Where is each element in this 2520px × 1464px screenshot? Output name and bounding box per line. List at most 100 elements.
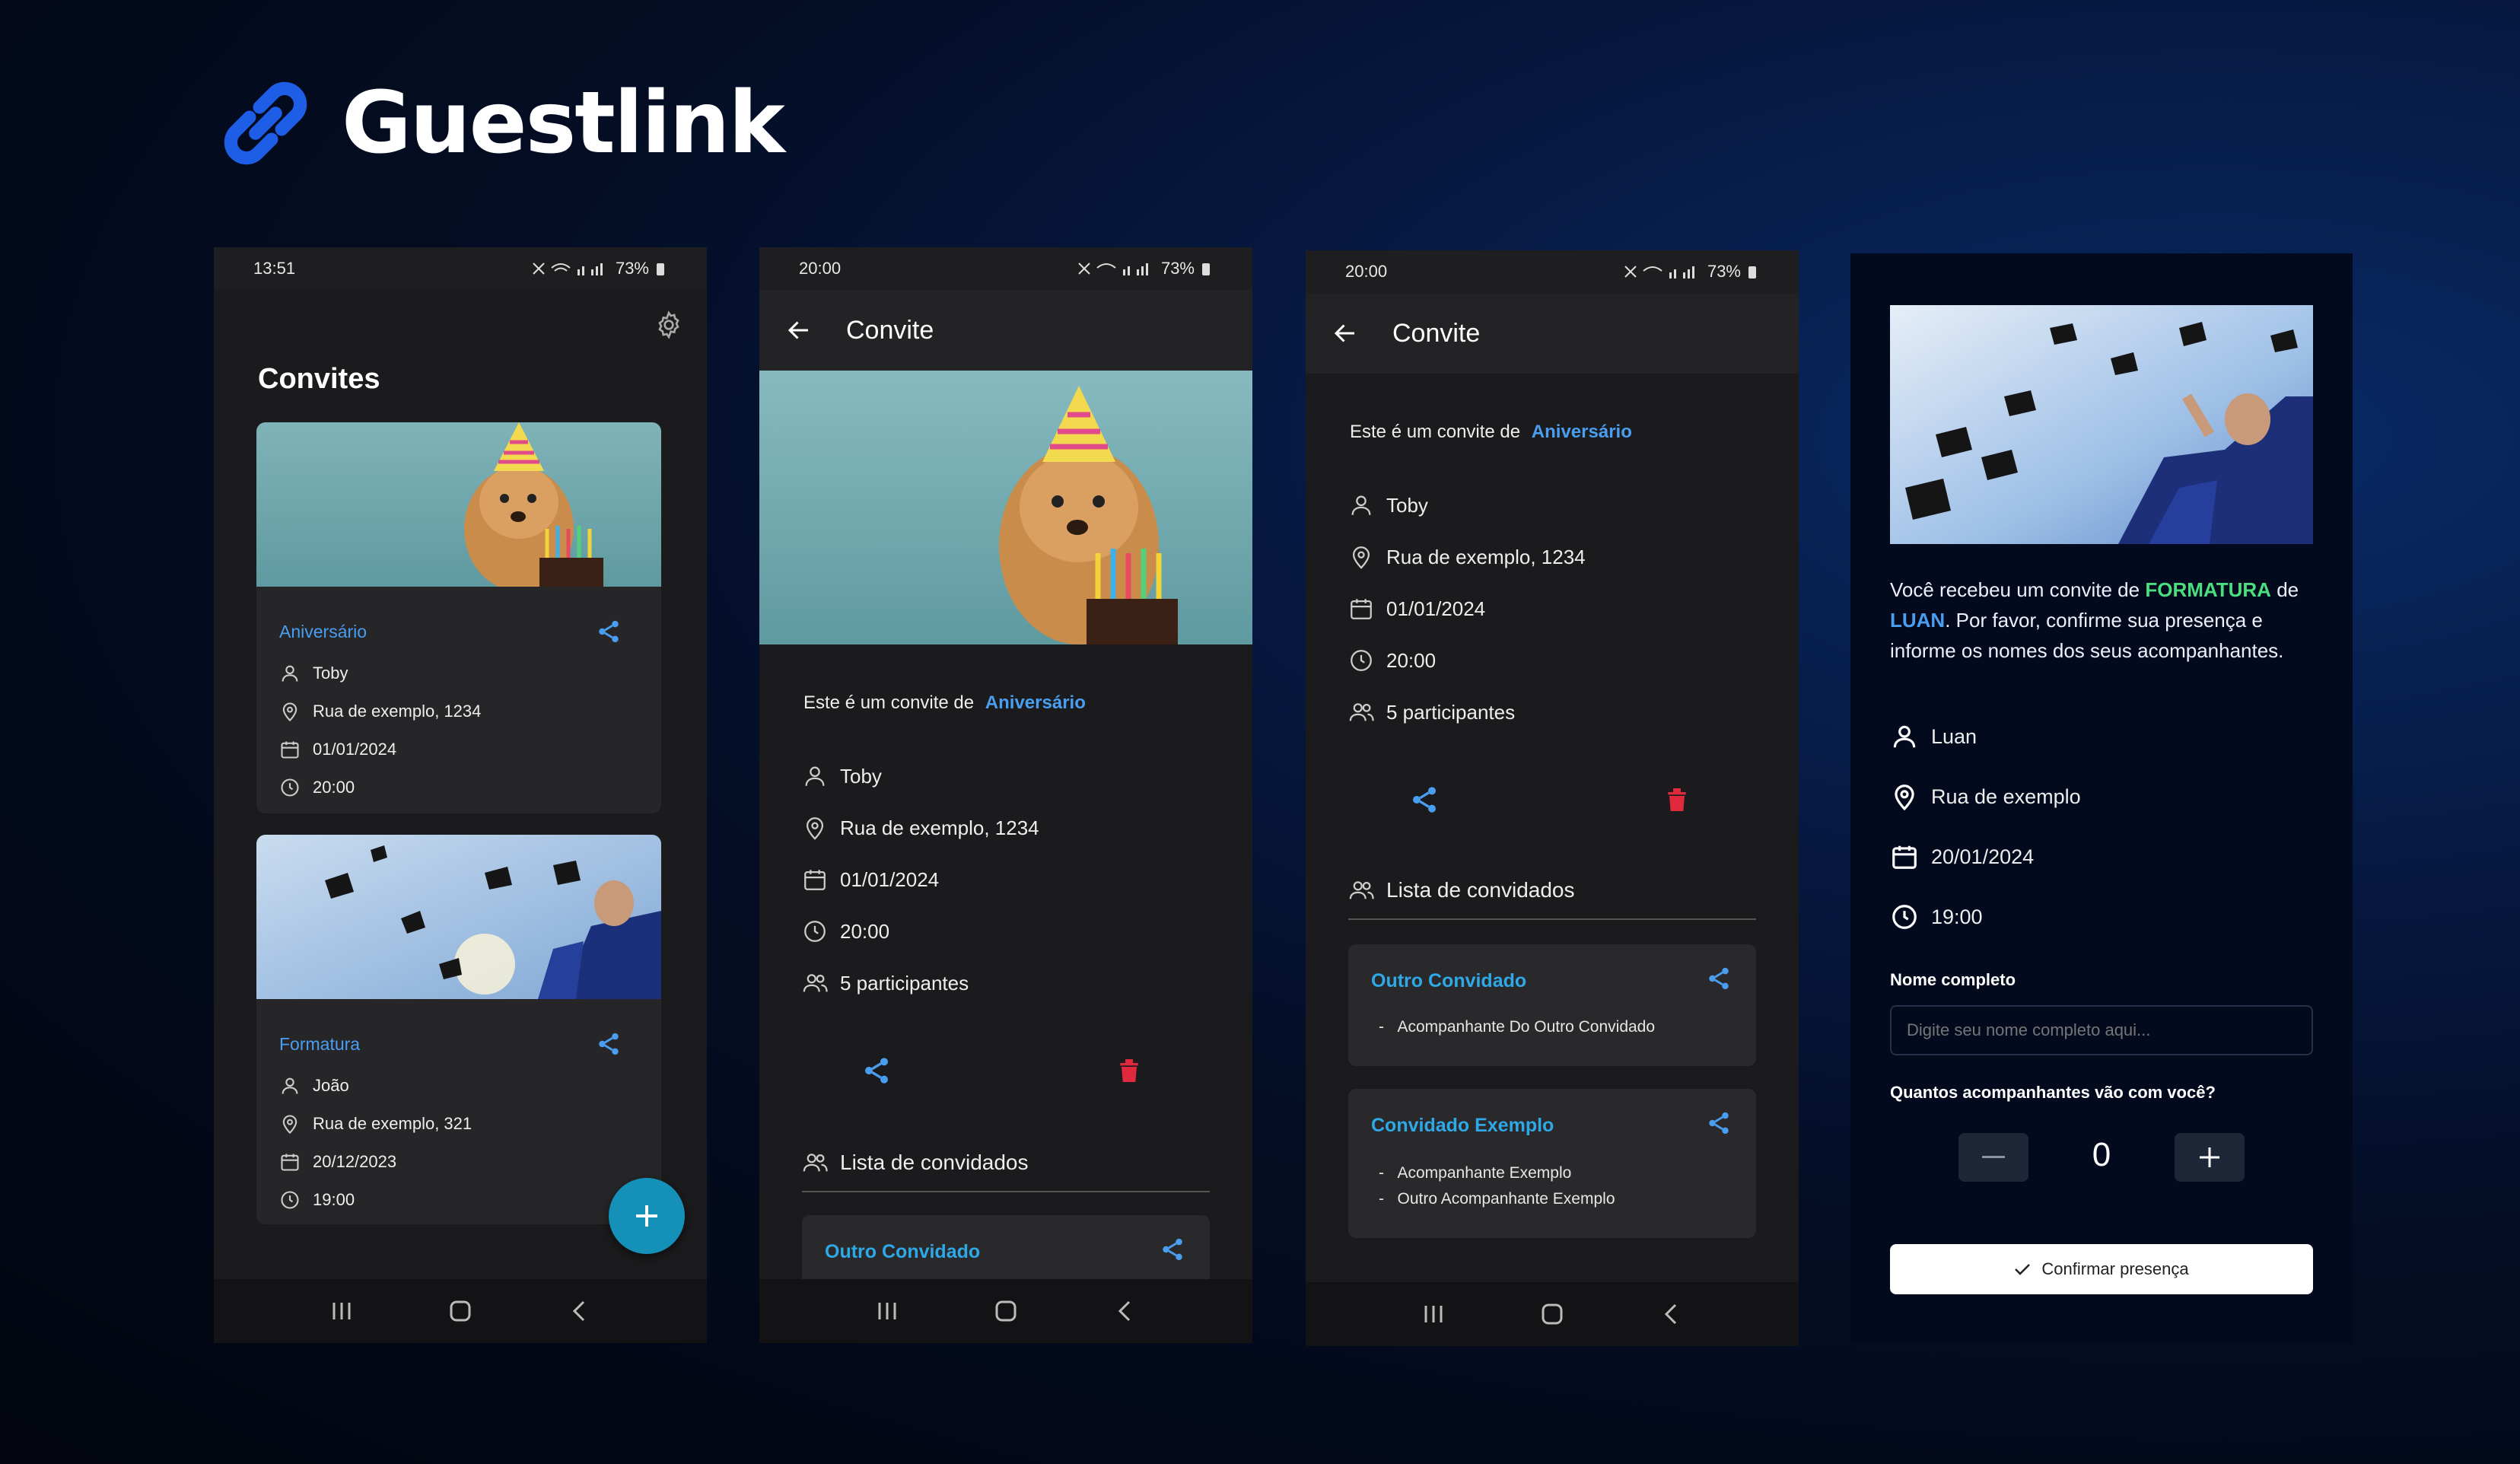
person-icon xyxy=(805,766,825,786)
decrement-button[interactable] xyxy=(1958,1133,2028,1182)
host-row: Luan xyxy=(1890,722,1977,751)
people-icon xyxy=(1349,703,1374,721)
link-icon xyxy=(224,81,307,165)
location-pin-icon xyxy=(282,702,298,722)
signal-icons xyxy=(1078,263,1148,275)
location-pin-icon xyxy=(1352,546,1370,569)
check-icon xyxy=(2015,1264,2031,1275)
web-rsvp-page: Você recebeu um convite de FORMATURA de … xyxy=(1850,253,2353,1343)
android-nav-bar xyxy=(1306,1282,1799,1346)
people-icon xyxy=(803,974,828,992)
android-nav-bar xyxy=(214,1279,707,1343)
android-nav-bar xyxy=(759,1279,1252,1343)
share-icon[interactable] xyxy=(1706,1110,1732,1136)
app-toolbar: Convite xyxy=(1306,293,1799,374)
delete-trash-icon[interactable] xyxy=(1662,785,1692,815)
back-icon[interactable] xyxy=(1102,1288,1147,1334)
guest-list-header: Lista de convidados xyxy=(802,1150,1029,1176)
status-time: 13:51 xyxy=(253,259,296,278)
host-row: Toby xyxy=(802,763,882,789)
back-icon[interactable] xyxy=(556,1288,602,1334)
recent-apps-icon[interactable] xyxy=(319,1288,364,1334)
status-bar: 20:00 73% xyxy=(1306,250,1799,293)
companion-item: - Acompanhante Do Outro Convidado xyxy=(1379,1018,1656,1036)
home-icon[interactable] xyxy=(1529,1291,1575,1337)
person-icon xyxy=(1893,725,1916,748)
calendar-icon xyxy=(281,741,299,759)
increment-button[interactable] xyxy=(2175,1133,2245,1182)
card-title[interactable]: Formatura xyxy=(279,1034,360,1054)
share-icon[interactable] xyxy=(1409,785,1440,815)
calendar-icon xyxy=(1351,599,1372,619)
status-time: 20:00 xyxy=(799,259,842,278)
invite-intro: Este é um convite de Aniversário xyxy=(1350,422,1632,442)
brand-header: Guestlink xyxy=(215,70,785,177)
share-icon[interactable] xyxy=(596,1031,622,1057)
people-icon xyxy=(1349,881,1374,899)
people-icon xyxy=(803,1154,828,1172)
card-title[interactable]: Aniversário xyxy=(279,622,367,641)
battery-level: 73% xyxy=(1160,259,1195,278)
time-row: 20:00 xyxy=(802,918,889,944)
toolbar-title: Convite xyxy=(1392,318,1481,348)
home-icon[interactable] xyxy=(438,1288,483,1334)
companion-item: - Acompanhante Exemplo xyxy=(1379,1164,1572,1182)
phone-invites-list: 13:51 73% Convites Aniversário Toby Rua … xyxy=(214,247,707,1343)
invite-card-aniversario[interactable]: Aniversário Toby Rua de exemplo, 1234 01… xyxy=(256,422,661,813)
add-invite-button[interactable] xyxy=(609,1178,685,1254)
invite-card-formatura[interactable]: Formatura João Rua de exemplo, 321 20/12… xyxy=(256,835,661,1224)
clock-icon xyxy=(1892,905,1917,929)
settings-gear-icon[interactable] xyxy=(654,310,684,340)
time-row: 19:00 xyxy=(1890,902,1983,931)
companion-item: - Outro Acompanhante Exemplo xyxy=(1379,1190,1615,1208)
date-row: 01/01/2024 xyxy=(1348,596,1485,622)
back-arrow-icon[interactable] xyxy=(1332,320,1359,347)
share-icon[interactable] xyxy=(1706,966,1732,991)
guest-card[interactable]: Outro Convidado - Acompanhante Do Outro … xyxy=(1348,944,1756,1066)
invite-message: Você recebeu um convite de FORMATURA de … xyxy=(1890,578,2299,662)
full-name-input[interactable] xyxy=(1890,1005,2313,1055)
status-bar: 20:00 73% xyxy=(759,247,1252,290)
name-label: Nome completo xyxy=(1890,970,2016,989)
calendar-icon xyxy=(281,1154,299,1171)
battery-level: 73% xyxy=(615,259,649,278)
graduation-photo xyxy=(256,835,661,999)
card-time-row: 20:00 xyxy=(279,777,355,798)
card-date-row: 20/12/2023 xyxy=(279,1151,396,1173)
host-name: LUAN xyxy=(1890,609,1946,632)
recent-apps-icon[interactable] xyxy=(1411,1291,1456,1337)
companions-count: 0 xyxy=(2092,1136,2111,1173)
event-type: Aniversário xyxy=(1531,422,1632,442)
participants-row: 5 participantes xyxy=(1348,699,1515,725)
brand-name: Guestlink xyxy=(342,74,785,173)
delete-trash-icon[interactable] xyxy=(1114,1055,1144,1086)
back-icon[interactable] xyxy=(1648,1291,1694,1337)
back-arrow-icon[interactable] xyxy=(785,317,813,344)
phone-invite-detail: 20:00 73% Convite Este é um convite de A… xyxy=(759,247,1252,1343)
graduation-photo xyxy=(1890,305,2313,544)
card-address-row: Rua de exemplo, 1234 xyxy=(279,701,481,722)
share-icon[interactable] xyxy=(596,619,622,644)
recent-apps-icon[interactable] xyxy=(864,1288,910,1334)
card-address-row: Rua de exemplo, 321 xyxy=(279,1113,472,1135)
date-row: 20/01/2024 xyxy=(1890,842,2034,871)
companions-label: Quantos acompanhantes vão com você? xyxy=(1890,1083,2216,1102)
confirm-presence-button[interactable]: Confirmar presença xyxy=(1890,1244,2313,1294)
guest-card[interactable]: Convidado Exemplo - Acompanhante Exemplo… xyxy=(1348,1089,1756,1238)
clock-icon xyxy=(281,778,299,797)
page-title: Convites xyxy=(258,363,380,395)
status-time: 20:00 xyxy=(1345,262,1388,281)
home-icon[interactable] xyxy=(983,1288,1029,1334)
card-host-row: Toby xyxy=(279,663,348,684)
event-type: Aniversário xyxy=(985,692,1086,713)
share-icon[interactable] xyxy=(1160,1236,1185,1262)
signal-icons xyxy=(1624,266,1694,278)
card-date-row: 01/01/2024 xyxy=(279,739,396,760)
phone-invite-detail-scrolled: 20:00 73% Convite Este é um convite de A… xyxy=(1306,250,1799,1346)
invite-intro: Este é um convite de Aniversário xyxy=(803,692,1086,713)
clock-icon xyxy=(804,921,826,942)
person-icon xyxy=(1351,495,1371,515)
dog-birthday-photo xyxy=(256,422,661,591)
share-icon[interactable] xyxy=(861,1055,892,1086)
dog-birthday-photo xyxy=(759,371,1252,644)
